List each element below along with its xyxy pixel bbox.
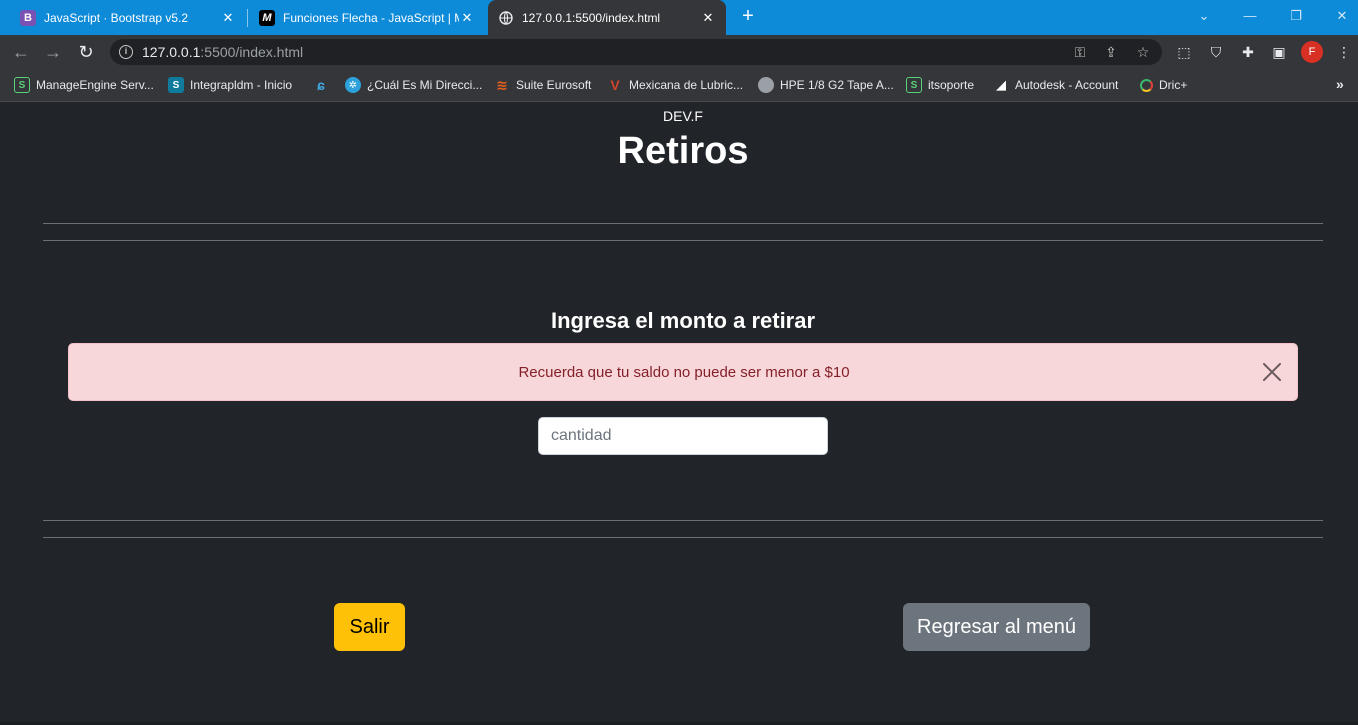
bookmark-item[interactable]: S ManageEngine Serv... — [14, 76, 154, 94]
bookmark-item[interactable]: V Mexicana de Lubric... — [607, 76, 743, 94]
bookmark-item[interactable]: S Integrapldm - Inicio — [168, 76, 292, 94]
close-icon[interactable] — [1261, 361, 1283, 383]
tab-search-icon[interactable]: ⌄ — [1192, 6, 1216, 26]
divider — [43, 223, 1323, 224]
close-icon[interactable]: ✕ — [220, 10, 236, 26]
tab-localhost[interactable]: 127.0.0.1:5500/index.html ✕ — [488, 0, 726, 35]
profile-avatar[interactable]: F — [1301, 41, 1323, 63]
balance-alert: Recuerda que tu saldo no puede ser menor… — [68, 343, 1298, 401]
more-bookmarks-icon[interactable]: » — [1336, 76, 1344, 92]
back-to-menu-button[interactable]: Regresar al menú — [903, 603, 1090, 651]
pocket-icon[interactable]: ⛉ — [1207, 43, 1225, 61]
page-content: DEV.F Retiros Ingresa el monto a retirar… — [0, 103, 1358, 725]
bookmark-item[interactable]: ≋ Suite Eurosoft — [494, 76, 591, 94]
side-panel-icon[interactable]: ▣ — [1270, 43, 1288, 61]
bootstrap-icon: B — [20, 9, 36, 26]
autodesk-icon: ◢ — [996, 77, 1006, 92]
ip-globe-icon: ✲ — [345, 77, 361, 93]
vistony-icon: V — [610, 77, 620, 93]
bookmark-item[interactable]: ✲ ¿Cuál Es Mi Direcci... — [345, 76, 482, 94]
section-heading: Ingresa el monto a retirar — [550, 308, 816, 333]
close-icon[interactable]: ✕ — [459, 10, 475, 26]
restore-icon[interactable]: ❐ — [1284, 6, 1308, 26]
bookmark-star-icon[interactable]: ☆ — [1134, 43, 1152, 61]
back-icon[interactable]: ← — [9, 40, 33, 64]
page-title: Retiros — [617, 130, 749, 172]
manageengine-icon: S — [14, 77, 30, 93]
menu-dots-icon[interactable]: ⋮ — [1335, 43, 1353, 61]
mdn-icon: M — [259, 9, 275, 26]
bookmarks-bar: S ManageEngine Serv... S Integrapldm - I… — [0, 69, 1358, 102]
eurosoft-icon: ≋ — [496, 76, 508, 93]
tab-title: 127.0.0.1:5500/index.html — [522, 10, 661, 25]
divider — [43, 520, 1323, 521]
window-close-icon[interactable]: ✕ — [1330, 6, 1354, 26]
key-icon[interactable]: ⚿ — [1071, 43, 1089, 61]
tab-strip: B JavaScript · Bootstrap v5.2 ✕ M Funcio… — [0, 0, 1358, 35]
exit-button[interactable]: Salir — [334, 603, 405, 651]
forward-icon[interactable]: → — [41, 40, 65, 64]
url-text[interactable]: 127.0.0.1:5500/index.html — [142, 44, 303, 60]
tab-title: Funciones Flecha - JavaScript | M — [283, 10, 459, 25]
edge-icon: ɕ — [317, 77, 325, 93]
globe-icon — [758, 77, 774, 93]
new-tab-button[interactable]: + — [738, 6, 758, 27]
extensions-puzzle-icon[interactable]: ✚ — [1239, 43, 1257, 61]
manageengine-icon: S — [906, 77, 922, 93]
site-info-icon[interactable]: i — [119, 45, 133, 59]
amount-input[interactable] — [538, 417, 828, 455]
address-bar[interactable]: i 127.0.0.1:5500/index.html ⚿ ⇪ ☆ — [110, 39, 1162, 65]
tab-bootstrap[interactable]: B JavaScript · Bootstrap v5.2 ✕ — [10, 0, 246, 35]
bookmark-item[interactable]: S itsoporte — [906, 76, 974, 94]
globe-icon — [498, 10, 514, 26]
tab-funciones-flecha[interactable]: M Funciones Flecha - JavaScript | M ✕ — [249, 0, 485, 35]
extension-icon[interactable]: ⬚ — [1175, 43, 1193, 61]
share-icon[interactable]: ⇪ — [1102, 43, 1120, 61]
bookmark-item[interactable]: HPE 1/8 G2 Tape A... — [758, 76, 894, 94]
tab-title: JavaScript · Bootstrap v5.2 — [44, 10, 189, 25]
brand-label: DEV.F — [663, 108, 703, 124]
sharepoint-icon: S — [168, 77, 184, 93]
close-icon[interactable]: ✕ — [700, 10, 716, 26]
minimize-icon[interactable]: — — [1238, 6, 1262, 26]
bookmark-item[interactable]: Dric+ — [1140, 76, 1187, 94]
divider — [43, 537, 1323, 538]
dric-icon — [1140, 78, 1153, 92]
reload-icon[interactable]: ↻ — [74, 40, 98, 64]
divider — [43, 240, 1323, 241]
bookmark-item[interactable]: ɕ — [313, 76, 335, 94]
browser-toolbar: ← → ↻ i 127.0.0.1:5500/index.html ⚿ ⇪ ☆ … — [0, 35, 1358, 69]
alert-message: Recuerda que tu saldo no puede ser menor… — [518, 364, 850, 381]
bookmark-item[interactable]: ◢ Autodesk - Account — [993, 76, 1118, 94]
tab-divider — [247, 9, 248, 27]
